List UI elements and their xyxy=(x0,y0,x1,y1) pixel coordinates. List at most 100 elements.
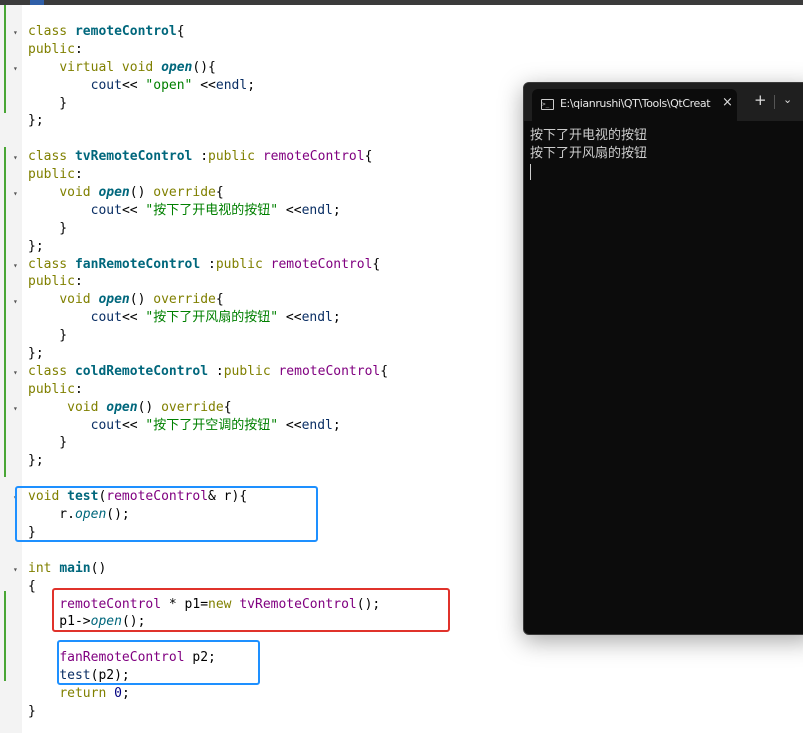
code-token: ; xyxy=(247,77,256,93)
highlight-box-pointer-call xyxy=(52,588,450,632)
fold-arrow-icon[interactable]: ▾ xyxy=(13,261,18,271)
code-token: { xyxy=(176,24,185,39)
code-line: } xyxy=(28,327,388,345)
code-token: override xyxy=(153,185,216,201)
code-token: ; xyxy=(121,685,130,701)
fold-arrow-icon[interactable]: ▾ xyxy=(13,189,18,199)
terminal-tab-title: E:\qianrushi\QT\Tools\QtCreat xyxy=(560,97,711,110)
code-token: main xyxy=(59,560,91,576)
code-token: << xyxy=(192,77,216,93)
fold-arrow-icon[interactable]: ▾ xyxy=(13,297,18,307)
code-token: } xyxy=(28,95,68,111)
code-token: public xyxy=(215,256,271,272)
code-token: () xyxy=(137,399,162,415)
code-token: public xyxy=(28,381,75,397)
code-token: << xyxy=(278,417,302,433)
code-line: cout<< "按下了开风扇的按钮" <<endl; xyxy=(28,309,388,327)
screenshot-root: ▾ ▾ ▾ ▾ ▾ ▾ ▾ ▾ ▾ ▾ class remoteControl{… xyxy=(0,0,803,733)
code-token: class xyxy=(28,24,75,39)
code-token: class xyxy=(28,363,75,379)
code-token: public xyxy=(223,363,279,379)
chevron-down-icon[interactable]: ⌄ xyxy=(783,93,792,106)
code-token: ; xyxy=(332,202,341,218)
terminal-window[interactable]: >_ E:\qianrushi\QT\Tools\QtCreat × + ⌄ 按… xyxy=(523,82,803,635)
code-token: : xyxy=(192,149,209,165)
code-token: open xyxy=(98,292,130,308)
fold-arrow-icon[interactable]: ▾ xyxy=(13,64,18,74)
top-toolbar-strip xyxy=(0,0,803,5)
code-line: cout<< "按下了开电视的按钮" <<endl; xyxy=(28,202,388,220)
code-token: () xyxy=(90,560,107,576)
fold-arrow-icon[interactable]: ▾ xyxy=(13,404,18,414)
code-token: cout xyxy=(90,202,122,218)
fold-arrow-icon[interactable]: ▾ xyxy=(13,565,18,575)
close-icon[interactable]: × xyxy=(722,95,733,110)
code-token: { xyxy=(28,578,36,594)
terminal-tab[interactable]: >_ E:\qianrushi\QT\Tools\QtCreat × xyxy=(532,89,737,121)
highlight-box-test-function xyxy=(15,486,318,542)
code-token: public xyxy=(28,41,75,57)
code-token: { xyxy=(215,292,224,308)
code-token: public xyxy=(208,149,263,165)
terminal-output[interactable]: 按下了开电视的按钮 按下了开风扇的按钮 xyxy=(530,127,647,181)
code-line: public: xyxy=(28,273,388,291)
fold-arrow-icon[interactable]: ▾ xyxy=(13,28,18,38)
code-line: public: xyxy=(28,166,388,184)
code-token: endl xyxy=(301,202,333,218)
code-token: virtual void xyxy=(59,59,162,75)
code-token: fanRemoteControl xyxy=(74,256,201,272)
code-token: remoteControl xyxy=(278,363,381,379)
terminal-cursor-line xyxy=(530,163,647,181)
code-token: : xyxy=(74,167,83,183)
plus-icon[interactable]: + xyxy=(754,91,767,109)
toolbar-accent xyxy=(30,0,44,5)
terminal-tab-bar: >_ E:\qianrushi\QT\Tools\QtCreat × + ⌄ xyxy=(524,83,803,121)
code-token: << xyxy=(278,310,302,326)
code-token: "按下了开风扇的按钮" xyxy=(145,310,279,326)
code-token: { xyxy=(223,399,232,415)
code-line: class coldRemoteControl :public remoteCo… xyxy=(28,363,388,381)
code-token: 0 xyxy=(114,685,122,701)
tab-divider xyxy=(774,95,775,109)
text-cursor xyxy=(530,163,531,180)
code-token: }; xyxy=(28,346,44,362)
code-line: class tvRemoteControl :public remoteCont… xyxy=(28,148,388,166)
code-line: class fanRemoteControl :public remoteCon… xyxy=(28,256,388,274)
code-token: cout xyxy=(90,77,122,93)
code-token: open xyxy=(98,185,130,201)
code-token: { xyxy=(364,149,373,165)
code-token: : xyxy=(74,274,83,290)
code-token: remoteControl xyxy=(270,256,373,272)
code-line: int main() xyxy=(28,560,388,578)
code-line: } xyxy=(28,220,388,238)
code-line: public: xyxy=(28,381,388,399)
fold-arrow-icon[interactable]: ▾ xyxy=(13,368,18,378)
code-token: () xyxy=(129,292,154,308)
highlight-box-reference-call xyxy=(57,640,260,685)
code-line: return 0; xyxy=(28,685,388,703)
code-token: void xyxy=(59,292,99,308)
code-token: } xyxy=(28,220,68,236)
code-line: } xyxy=(28,434,388,452)
code-token: ; xyxy=(332,310,341,326)
code-token: endl xyxy=(215,77,248,93)
code-token: }; xyxy=(28,113,44,129)
code-line: public: xyxy=(28,41,388,59)
code-token: override xyxy=(153,292,216,308)
code-line: }; xyxy=(28,345,388,363)
code-line: void open() override{ xyxy=(28,184,388,202)
code-token: public xyxy=(28,167,75,183)
code-line: void open() override{ xyxy=(28,291,388,309)
code-token: remoteControl xyxy=(74,24,177,39)
code-token: void xyxy=(67,399,107,415)
code-token: endl xyxy=(301,417,333,433)
terminal-tab-icon: >_ xyxy=(541,99,554,110)
code-token: open xyxy=(106,399,138,415)
fold-arrow-icon[interactable]: ▾ xyxy=(13,153,18,163)
